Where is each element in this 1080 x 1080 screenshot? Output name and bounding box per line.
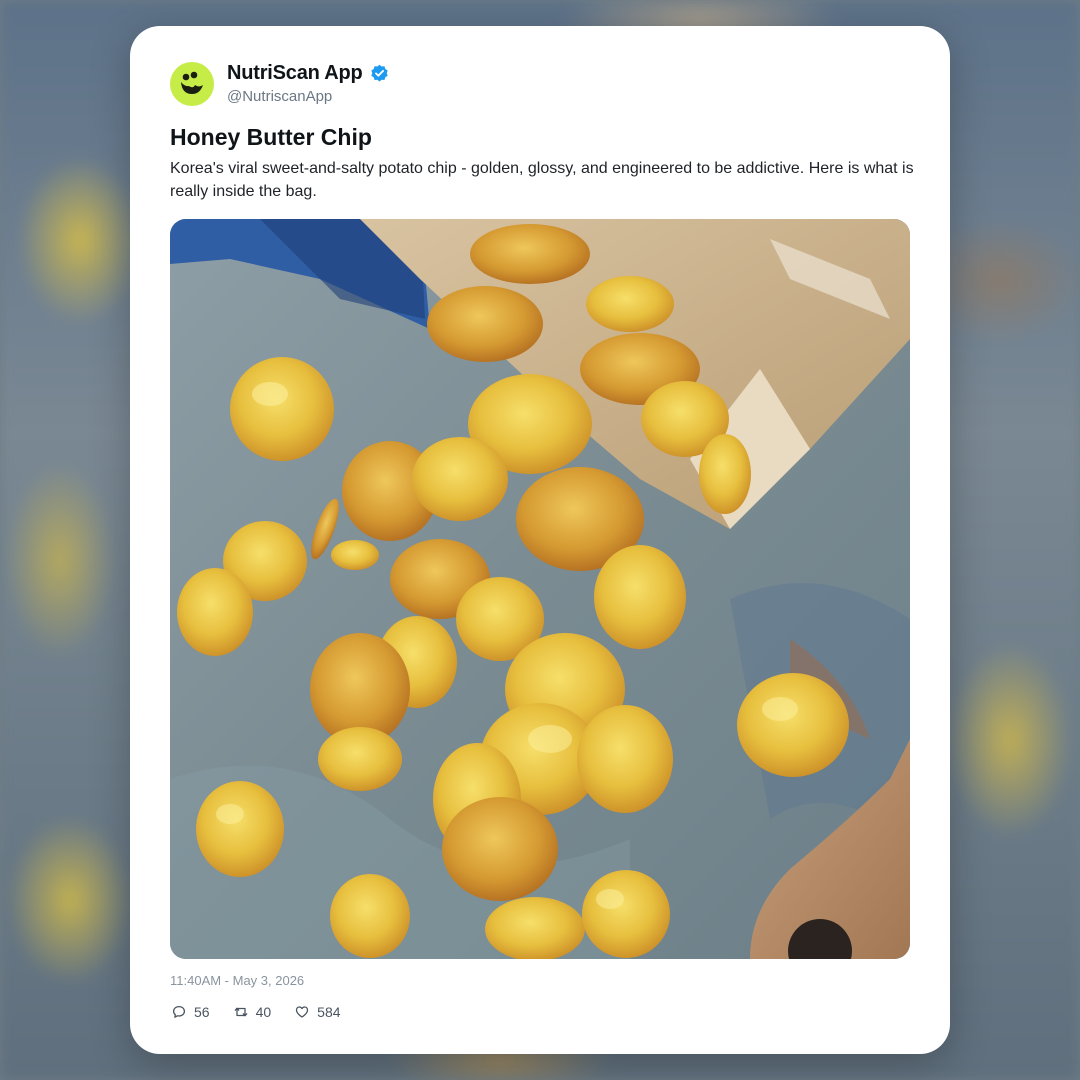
- reply-count: 56: [194, 1004, 210, 1020]
- post-title: Honey Butter Chip: [170, 124, 372, 150]
- repost-count: 40: [255, 1004, 272, 1020]
- verified-badge-icon: [370, 64, 389, 83]
- heart-icon: [295, 1005, 309, 1019]
- action-bar: 56 40 584: [172, 1004, 341, 1020]
- like-count: 584: [317, 1004, 341, 1020]
- post-description: Korea's viral sweet-and-salty potato chi…: [170, 160, 914, 200]
- post-timestamp[interactable]: 11:40AM - May 3, 2026: [170, 973, 304, 988]
- repost-button[interactable]: 40: [234, 1004, 272, 1020]
- reply-icon: [172, 1005, 186, 1019]
- account-name-row: NutriScan App: [227, 62, 389, 85]
- repost-icon: [234, 1005, 248, 1019]
- post-card: NutriScan App @NutriscanApp Honey Butter…: [130, 26, 950, 1054]
- account-name[interactable]: NutriScan App: [227, 62, 363, 85]
- avatar[interactable]: [170, 62, 214, 106]
- post-image[interactable]: [170, 219, 910, 959]
- smiling-bite-logo-icon: [181, 71, 203, 94]
- like-button[interactable]: 584: [295, 1004, 341, 1020]
- account-handle[interactable]: @NutriscanApp: [227, 88, 332, 105]
- reply-button[interactable]: 56: [172, 1004, 210, 1020]
